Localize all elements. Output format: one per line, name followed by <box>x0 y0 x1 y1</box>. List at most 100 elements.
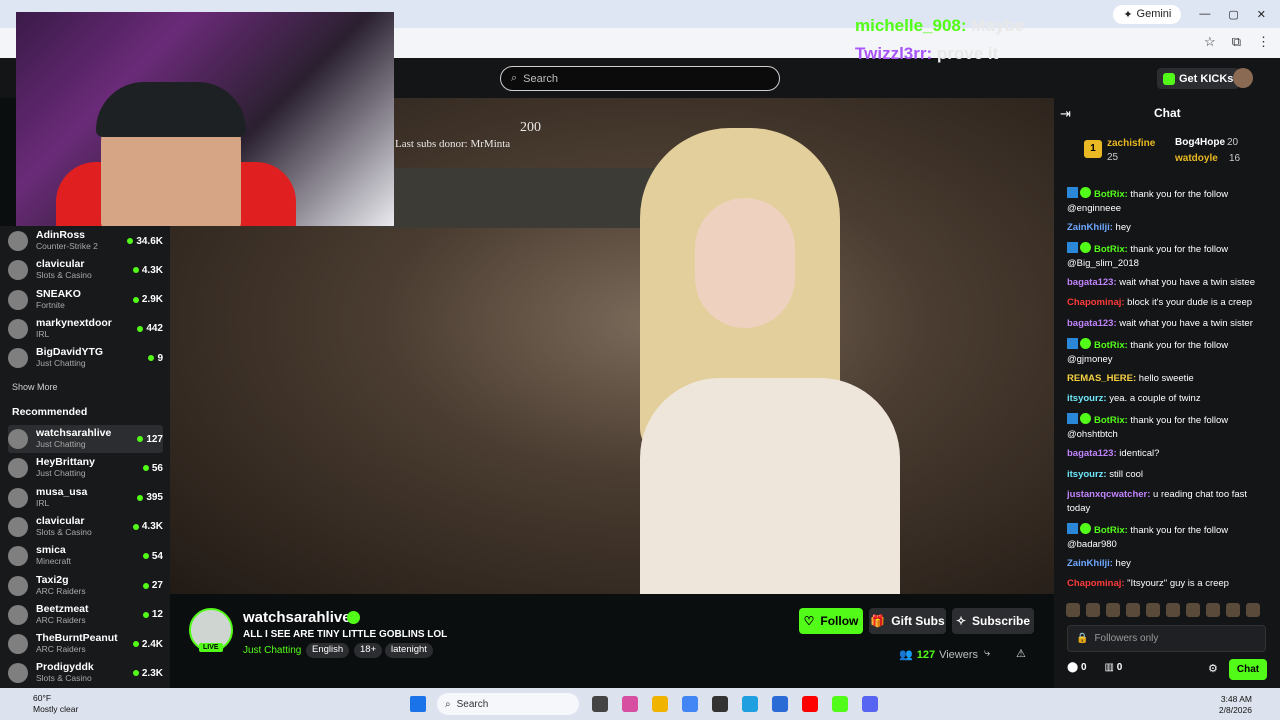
kick-icon[interactable] <box>832 696 848 712</box>
viewer-count: 12 <box>142 609 163 620</box>
tag-age[interactable]: 18+ <box>354 643 383 658</box>
emote-icon[interactable] <box>1086 603 1100 617</box>
last-subs-text: Last subs donor: MrMinta <box>395 138 511 150</box>
viewer-count: 9 <box>148 353 163 364</box>
subscribe-button[interactable]: ✧ Subscribe <box>952 608 1034 634</box>
sidebar-channel-item[interactable]: SNEAKO Fortnite 2.9K <box>8 286 163 314</box>
chat-username[interactable]: justanxqcwatcher: <box>1067 489 1150 500</box>
extension-icon[interactable]: ⧉ <box>1232 34 1241 50</box>
gifts-counter[interactable]: ▥ 0 <box>1105 662 1123 673</box>
leaderboard-name[interactable]: Bog4Hope <box>1175 137 1225 148</box>
chat-settings-icon[interactable]: ⚙ <box>1208 662 1218 675</box>
chat-username[interactable]: ZainKhilji: <box>1067 222 1113 233</box>
kicks-counter[interactable]: ⬤ 0 <box>1067 662 1087 673</box>
collapse-chat-icon[interactable]: ⇥ <box>1060 106 1071 122</box>
chrome-icon[interactable] <box>682 696 698 712</box>
sidebar-channel-item[interactable]: musa_usa IRL 395 <box>8 484 163 512</box>
verified-badge-icon <box>1080 242 1091 253</box>
chat-username[interactable]: bagata123: <box>1067 277 1117 288</box>
sidebar-channel-item[interactable]: TheBurntPeanut ARC Raiders 2.4K <box>8 630 163 658</box>
clock[interactable]: 3:48 AM 2/8/2026 <box>1219 694 1252 716</box>
chat-username[interactable]: BotRix: <box>1094 415 1128 426</box>
emote-icon[interactable] <box>1146 603 1160 617</box>
viewer-count: 2.9K <box>132 294 163 305</box>
emote-icon[interactable] <box>1226 603 1240 617</box>
maximize-icon[interactable]: ▢ <box>1228 8 1238 21</box>
sidebar-channel-item[interactable]: HeyBrittany Just Chatting 56 <box>8 454 163 482</box>
sidebar-channel-item[interactable]: watchsarahlive Just Chatting 127 <box>8 425 163 453</box>
tag-language[interactable]: English <box>306 643 350 658</box>
stream-category[interactable]: Just Chatting <box>243 645 301 656</box>
sidebar-channel-item[interactable]: Prodigyddk Slots & Casino 2.3K <box>8 659 163 687</box>
chat-username[interactable]: itsyourz: <box>1067 469 1107 480</box>
sidebar-channel-item[interactable]: clavicular Slots & Casino 4.3K <box>8 513 163 541</box>
show-more-button[interactable]: Show More <box>12 382 58 392</box>
webcam-overlay <box>16 12 394 226</box>
windows-start-icon[interactable] <box>410 696 426 712</box>
edge-icon[interactable] <box>742 696 758 712</box>
chat-username[interactable]: BotRix: <box>1094 189 1128 200</box>
close-icon[interactable]: ✕ <box>1257 8 1266 21</box>
chat-username[interactable]: Chapominaj: <box>1067 297 1125 308</box>
chat-username[interactable]: BotRix: <box>1094 525 1128 536</box>
app-icon[interactable] <box>712 696 728 712</box>
overlay-chat-text: Maybe <box>971 16 1025 35</box>
share-icon[interactable]: ⤷ <box>984 647 990 660</box>
viewer-count-value: 442 <box>146 323 163 335</box>
chat-username[interactable]: bagata123: <box>1067 318 1117 329</box>
get-kicks-button[interactable]: Get KICKs <box>1157 68 1240 89</box>
search-input[interactable]: ⌕ Search <box>500 66 780 91</box>
discord-icon[interactable] <box>862 696 878 712</box>
emote-icon[interactable] <box>1066 603 1080 617</box>
users-icon: 👥 <box>899 649 913 661</box>
channel-text: musa_usa IRL <box>36 486 137 509</box>
chat-username[interactable]: BotRix: <box>1094 244 1128 255</box>
weather-text: Mostly clear <box>33 704 79 714</box>
report-icon[interactable]: ⚠ <box>1016 647 1026 660</box>
emote-icon[interactable] <box>1186 603 1200 617</box>
chat-send-button[interactable]: Chat <box>1229 659 1267 680</box>
sidebar-channel-item[interactable]: markynextdoor IRL 442 <box>8 315 163 343</box>
leaderboard-name[interactable]: watdoyle <box>1175 153 1218 164</box>
chat-username[interactable]: REMAS_HERE: <box>1067 373 1136 384</box>
chat-username[interactable]: bagata123: <box>1067 448 1117 459</box>
follow-button[interactable]: ♡ Follow <box>799 608 863 634</box>
gift-subs-button[interactable]: 🎁 Gift Subs <box>869 608 946 634</box>
store-icon[interactable] <box>772 696 788 712</box>
sidebar-channel-item[interactable]: AdinRoss Counter-Strike 2 34.6K <box>8 227 163 255</box>
viewer-count: 127 <box>137 434 163 445</box>
chat-text: thank you for the follow @Big_slim_2018 <box>1067 244 1229 269</box>
sidebar-channel-item[interactable]: BigDavidYTG Just Chatting 9 <box>8 344 163 372</box>
chat-username[interactable]: BotRix: <box>1094 340 1128 351</box>
sidebar-channel-item[interactable]: smica Minecraft 54 <box>8 542 163 570</box>
task-view-icon[interactable] <box>592 696 608 712</box>
chat-username[interactable]: ZainKhilji: <box>1067 558 1113 569</box>
bookmark-star-icon[interactable]: ☆ <box>1204 34 1216 50</box>
emote-icon[interactable] <box>1246 603 1260 617</box>
viewer-count: 34.6K <box>127 236 163 247</box>
menu-dots-icon[interactable]: ⋮ <box>1257 34 1270 50</box>
emote-icon[interactable] <box>1206 603 1220 617</box>
chat-text: hey <box>1112 222 1131 233</box>
user-avatar[interactable] <box>1233 68 1253 88</box>
sidebar-channel-item[interactable]: Taxi2g ARC Raiders 27 <box>8 572 163 600</box>
leaderboard-name[interactable]: zachisfine <box>1107 138 1155 149</box>
chat-username[interactable]: Chapominaj: <box>1067 578 1125 589</box>
emote-icon[interactable] <box>1126 603 1140 617</box>
emote-icon[interactable] <box>1106 603 1120 617</box>
chat-username[interactable]: itsyourz: <box>1067 393 1107 404</box>
gemini-button[interactable]: ✦ Gemini <box>1113 4 1182 24</box>
taskbar-search[interactable]: ⌕ Search <box>437 693 579 715</box>
live-dot-icon <box>132 267 139 274</box>
sidebar-channel-item[interactable]: Beetzmeat ARC Raiders 12 <box>8 601 163 629</box>
channel-name[interactable]: watchsarahlive <box>243 609 351 626</box>
copilot-icon[interactable] <box>622 696 638 712</box>
minimize-icon[interactable]: — <box>1199 8 1210 20</box>
weather-widget[interactable]: 60°F Mostly clear <box>33 693 78 715</box>
tag-latenight[interactable]: latenight <box>385 643 433 658</box>
file-explorer-icon[interactable] <box>652 696 668 712</box>
emote-icon[interactable] <box>1166 603 1180 617</box>
chat-input[interactable]: 🔒 Followers only <box>1067 625 1266 652</box>
youtube-icon[interactable] <box>802 696 818 712</box>
sidebar-channel-item[interactable]: clavicular Slots & Casino 4.3K <box>8 256 163 284</box>
